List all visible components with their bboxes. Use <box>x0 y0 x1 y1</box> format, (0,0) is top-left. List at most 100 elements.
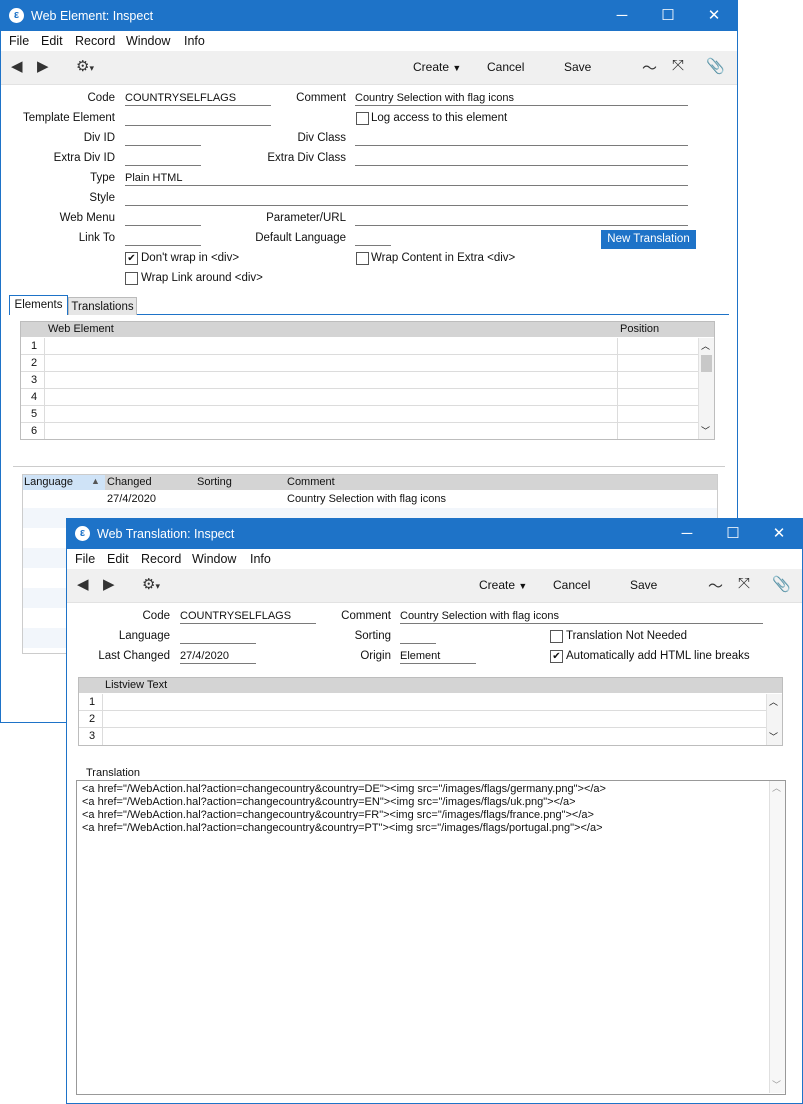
cancel-button[interactable]: Cancel <box>487 60 524 74</box>
next-record-icon[interactable]: ▶ <box>37 57 49 75</box>
extra-div-id-field[interactable] <box>125 151 201 166</box>
table-row[interactable]: 3 <box>79 728 766 745</box>
col-web-element[interactable]: Web Element <box>48 323 114 335</box>
create-button[interactable]: Create ▼ <box>413 60 461 74</box>
attachment-icon[interactable]: 📎 <box>772 575 791 593</box>
col-language[interactable]: Language <box>24 476 73 488</box>
last-changed-field[interactable]: 27/4/2020 <box>180 649 256 664</box>
translation-textarea[interactable]: <a href="/WebAction.hal?action=changecou… <box>76 780 786 1095</box>
scroll-up-icon[interactable]: ︿ <box>701 339 710 352</box>
expand-icon[interactable]: ⤧ <box>672 57 684 74</box>
link-to-label: Link To <box>78 232 115 244</box>
comment-field[interactable]: Country Selection with flag icons <box>400 609 763 624</box>
template-element-field[interactable] <box>125 111 271 126</box>
scroll-down-icon[interactable]: ﹀ <box>772 1079 781 1092</box>
auto-line-breaks-checkbox[interactable]: ✔ <box>550 650 563 663</box>
create-button[interactable]: Create ▼ <box>479 578 527 592</box>
div-class-field[interactable] <box>355 131 688 146</box>
scroll-up-icon[interactable]: ︿ <box>769 695 778 708</box>
list-header: Language ▲ Changed Sorting Comment <box>23 475 717 490</box>
table-row[interactable]: 4 <box>21 389 698 406</box>
title-bar: ε Web Element: Inspect ─ ☐ ✕ <box>1 1 737 31</box>
minimize-icon[interactable]: ─ <box>599 1 645 31</box>
extra-div-class-field[interactable] <box>355 151 688 166</box>
listview-scrollbar[interactable]: ︿ ﹀ <box>766 694 782 745</box>
menu-bar: File Edit Record Window Info <box>67 549 802 569</box>
activity-icon[interactable]: 〜 <box>642 57 657 78</box>
maximize-icon[interactable]: ☐ <box>710 519 756 549</box>
elements-scrollbar[interactable]: ︿ ﹀ <box>698 338 714 439</box>
save-button[interactable]: Save <box>630 578 657 592</box>
close-icon[interactable]: ✕ <box>691 1 737 31</box>
save-button[interactable]: Save <box>564 60 591 74</box>
web-menu-label: Web Menu <box>59 212 115 224</box>
wrap-link-label: Wrap Link around <div> <box>141 272 263 284</box>
expand-icon[interactable]: ⤧ <box>738 575 750 592</box>
gear-icon[interactable]: ⚙▾ <box>76 57 94 75</box>
minimize-icon[interactable]: ─ <box>664 519 710 549</box>
table-row[interactable]: 1 <box>79 694 766 711</box>
table-row[interactable]: 6 <box>21 423 698 440</box>
origin-label: Origin <box>360 650 391 662</box>
list-item[interactable]: 27/4/2020 Country Selection with flag ic… <box>23 491 717 508</box>
parameter-url-field[interactable] <box>355 211 688 226</box>
table-row[interactable]: 3 <box>21 372 698 389</box>
translation-text: <a href="/WebAction.hal?action=changecou… <box>82 783 606 834</box>
menu-info[interactable]: Info <box>184 34 205 48</box>
cancel-button[interactable]: Cancel <box>553 578 590 592</box>
attachment-icon[interactable]: 📎 <box>706 57 725 75</box>
col-position[interactable]: Position <box>620 323 659 335</box>
div-id-field[interactable] <box>125 131 201 146</box>
maximize-icon[interactable]: ☐ <box>645 1 691 31</box>
menu-edit[interactable]: Edit <box>107 552 129 566</box>
activity-icon[interactable]: 〜 <box>708 575 723 596</box>
table-row[interactable]: 1 <box>21 338 698 355</box>
new-translation-button[interactable]: New Translation <box>601 230 696 249</box>
translation-not-needed-checkbox[interactable] <box>550 630 563 643</box>
style-field[interactable] <box>125 191 688 206</box>
code-field[interactable]: COUNTRYSELFLAGS <box>180 609 316 624</box>
web-translation-window: ε Web Translation: Inspect ─ ☐ ✕ File Ed… <box>66 518 803 1104</box>
scroll-thumb[interactable] <box>701 355 712 372</box>
table-row[interactable]: 5 <box>21 406 698 423</box>
language-field[interactable] <box>180 629 256 644</box>
menu-file[interactable]: File <box>9 34 29 48</box>
menu-info[interactable]: Info <box>250 552 271 566</box>
scroll-down-icon[interactable]: ﹀ <box>701 424 710 437</box>
type-field[interactable]: Plain HTML <box>125 171 688 186</box>
table-row[interactable]: 2 <box>79 711 766 728</box>
log-access-checkbox[interactable] <box>356 112 369 125</box>
menu-window[interactable]: Window <box>192 552 236 566</box>
translation-scrollbar[interactable]: ︿ ﹀ <box>769 781 785 1093</box>
col-sorting[interactable]: Sorting <box>197 476 232 488</box>
row-number-divider <box>102 694 103 745</box>
comment-field[interactable]: Country Selection with flag icons <box>355 91 688 106</box>
menu-record[interactable]: Record <box>141 552 181 566</box>
prev-record-icon[interactable]: ◀ <box>77 575 89 593</box>
tab-elements[interactable]: Elements <box>9 295 68 315</box>
table-row[interactable]: 2 <box>21 355 698 372</box>
menu-file[interactable]: File <box>75 552 95 566</box>
gear-icon[interactable]: ⚙▾ <box>142 575 160 593</box>
wrap-content-checkbox[interactable] <box>356 252 369 265</box>
col-listview-text[interactable]: Listview Text <box>105 679 167 691</box>
menu-edit[interactable]: Edit <box>41 34 63 48</box>
sorting-field[interactable] <box>400 629 436 644</box>
scroll-up-icon[interactable]: ︿ <box>772 782 781 795</box>
web-menu-field[interactable] <box>125 211 201 226</box>
wrap-link-checkbox[interactable] <box>125 272 138 285</box>
col-comment[interactable]: Comment <box>287 476 335 488</box>
menu-window[interactable]: Window <box>126 34 170 48</box>
scroll-down-icon[interactable]: ﹀ <box>769 730 778 743</box>
code-field[interactable]: COUNTRYSELFLAGS <box>125 91 271 106</box>
dont-wrap-checkbox[interactable]: ✔ <box>125 252 138 265</box>
close-icon[interactable]: ✕ <box>756 519 802 549</box>
prev-record-icon[interactable]: ◀ <box>11 57 23 75</box>
col-changed[interactable]: Changed <box>107 476 152 488</box>
default-language-field[interactable] <box>355 231 391 246</box>
origin-field[interactable]: Element <box>400 649 476 664</box>
link-to-field[interactable] <box>125 231 201 246</box>
next-record-icon[interactable]: ▶ <box>103 575 115 593</box>
tab-translations[interactable]: Translations <box>68 297 137 315</box>
menu-record[interactable]: Record <box>75 34 115 48</box>
